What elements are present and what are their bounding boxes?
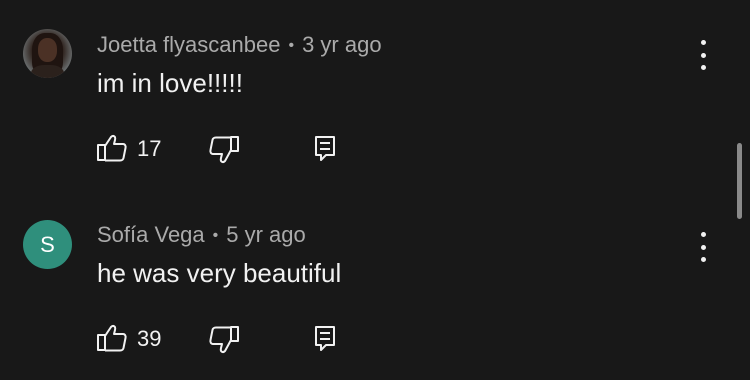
avatar[interactable] <box>23 29 72 78</box>
comment-text: im in love!!!!! <box>97 68 243 98</box>
comment: S Sofía Vega • 5 yr ago he was very beauti… <box>0 190 740 380</box>
thumbs-up-icon[interactable] <box>96 133 128 163</box>
comment-meta: Joetta flyascanbee • 3 yr ago <box>97 32 382 58</box>
separator: • <box>288 37 295 54</box>
thumbs-up-icon[interactable] <box>96 323 128 353</box>
author-name[interactable]: Sofía Vega <box>97 222 205 247</box>
like-count: 17 <box>137 136 162 161</box>
timestamp: 3 yr ago <box>302 32 382 57</box>
comment-text: he was very beautiful <box>97 258 342 288</box>
more-vertical-icon[interactable] <box>694 232 712 262</box>
reply-icon[interactable] <box>314 135 336 163</box>
more-vertical-icon[interactable] <box>694 40 712 70</box>
scrollbar[interactable] <box>737 143 742 219</box>
reply-icon[interactable] <box>314 325 336 353</box>
separator: • <box>212 227 219 244</box>
avatar[interactable]: S <box>23 220 72 269</box>
author-name[interactable]: Joetta flyascanbee <box>97 32 280 57</box>
like-count: 39 <box>137 326 162 351</box>
thumbs-down-icon[interactable] <box>208 325 240 355</box>
avatar-letter: S <box>40 231 55 257</box>
comment: Joetta flyascanbee • 3 yr ago im in love!!… <box>0 0 740 190</box>
timestamp: 5 yr ago <box>226 222 306 247</box>
comment-meta: Sofía Vega • 5 yr ago <box>97 222 306 248</box>
thumbs-down-icon[interactable] <box>208 135 240 165</box>
